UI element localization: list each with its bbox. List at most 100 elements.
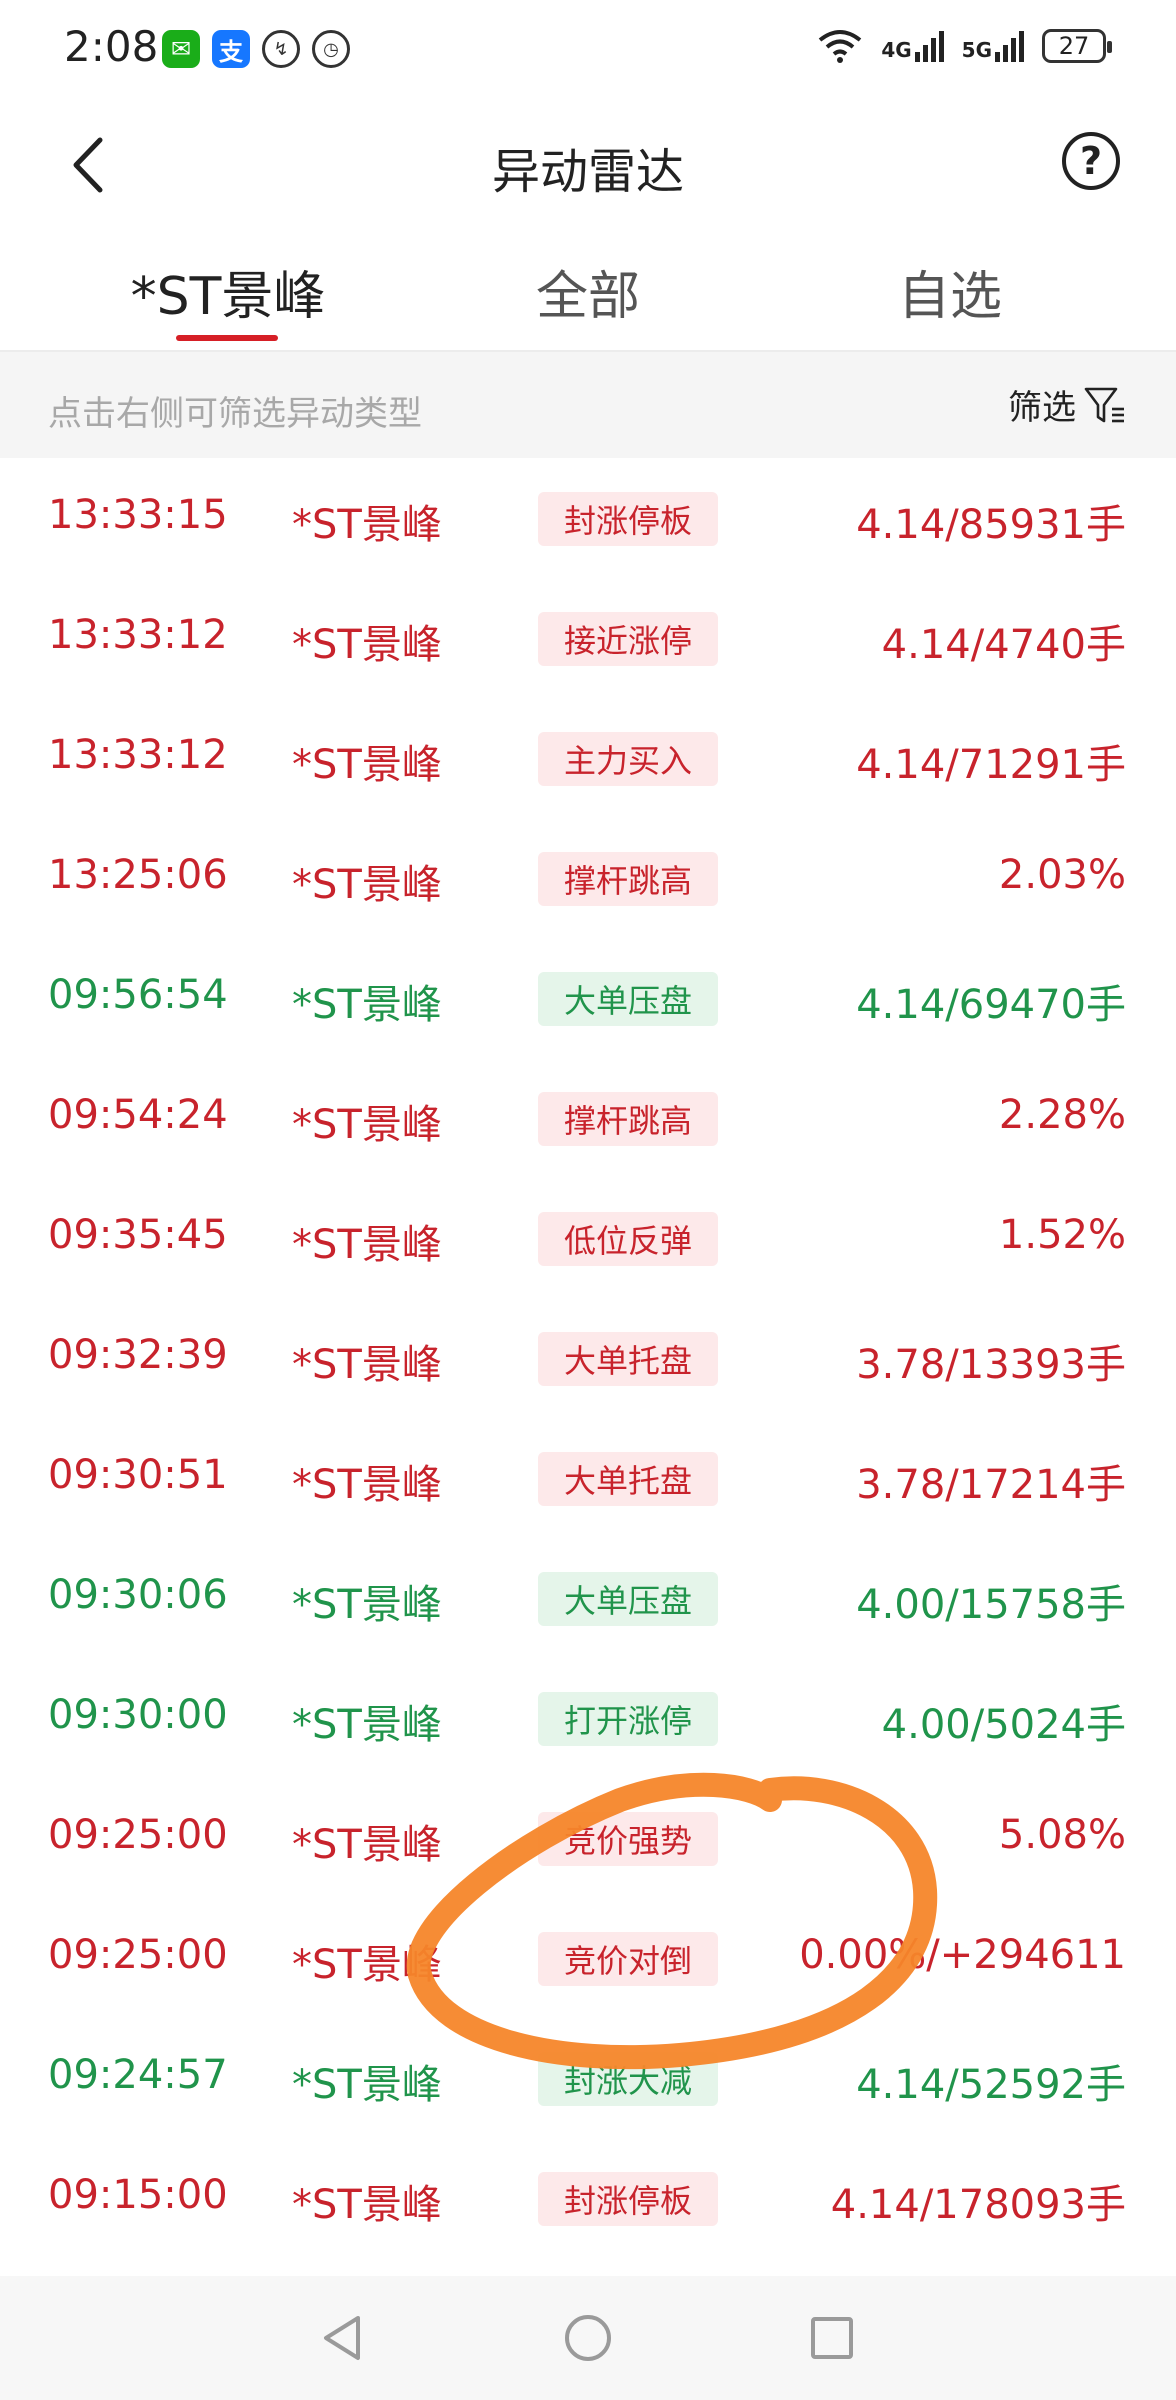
event-time: 09:15:00 (48, 2172, 228, 2218)
event-value: 4.00/15758手 (856, 1582, 1126, 1628)
event-type-badge: 竞价强势 (538, 1812, 718, 1866)
stock-name: *ST景峰 (292, 1222, 442, 1268)
stock-name: *ST景峰 (292, 1942, 442, 1988)
event-time: 09:56:54 (48, 972, 228, 1018)
nav-recents-button[interactable] (800, 2306, 864, 2370)
data-usage-icon: ↯ (262, 30, 300, 68)
list-item[interactable]: 13:33:15 *ST景峰 封涨停板 4.14/85931手 (0, 460, 1176, 580)
help-button[interactable]: ? (1062, 132, 1120, 190)
stock-name: *ST景峰 (292, 982, 442, 1028)
event-value: 4.14/4740手 (881, 622, 1126, 668)
nav-recents-icon (811, 2317, 853, 2359)
alarm-icon: ◷ (312, 30, 350, 68)
event-value: 4.14/85931手 (856, 502, 1126, 548)
battery-icon: 27 (1042, 29, 1112, 63)
event-value: 5.08% (998, 1812, 1126, 1858)
event-type-badge: 大单托盘 (538, 1452, 718, 1506)
filter-icon (1084, 387, 1124, 422)
list-item[interactable]: 13:33:12 *ST景峰 主力买入 4.14/71291手 (0, 700, 1176, 820)
wifi-icon (819, 30, 862, 63)
stock-name: *ST景峰 (292, 1582, 442, 1628)
list-item[interactable]: 13:25:06 *ST景峰 撑杆跳高 2.03% (0, 820, 1176, 940)
list-item[interactable]: 09:25:00 *ST景峰 竞价对倒 0.00%/+294611 (0, 1900, 1176, 2020)
event-value: 2.28% (998, 1092, 1126, 1138)
event-type-badge: 封涨停板 (538, 2172, 718, 2226)
event-time: 09:30:00 (48, 1692, 228, 1738)
list-item[interactable]: 09:30:00 *ST景峰 打开涨停 4.00/5024手 (0, 1660, 1176, 1780)
list-item[interactable]: 09:30:06 *ST景峰 大单压盘 4.00/15758手 (0, 1540, 1176, 1660)
list-item[interactable]: 09:24:57 *ST景峰 封涨大减 4.14/52592手 (0, 2020, 1176, 2140)
event-value: 4.14/178093手 (830, 2182, 1126, 2228)
question-icon: ? (1079, 139, 1103, 183)
event-type-badge: 大单压盘 (538, 1572, 718, 1626)
event-type-badge: 封涨大减 (538, 2052, 718, 2106)
event-type-badge: 打开涨停 (538, 1692, 718, 1746)
event-value: 4.14/52592手 (856, 2062, 1126, 2108)
list-item[interactable]: 09:25:00 *ST景峰 竞价强势 5.08% (0, 1780, 1176, 1900)
stock-name: *ST景峰 (292, 2182, 442, 2228)
stock-name: *ST景峰 (292, 1462, 442, 1508)
status-bar: 2:08 ✉ 支 ↯ ◷ 4G 5G 27 (0, 0, 1176, 100)
event-time: 13:33:12 (48, 612, 228, 658)
status-time: 2:08 (64, 22, 159, 71)
event-value: 3.78/13393手 (856, 1342, 1126, 1388)
wechat-icon: ✉ (162, 30, 200, 68)
system-nav-bar (0, 2276, 1176, 2400)
event-value: 1.52% (998, 1212, 1126, 1258)
event-type-badge: 竞价对倒 (538, 1932, 718, 1986)
event-time: 09:25:00 (48, 1812, 228, 1858)
tab-all[interactable]: 全部 (488, 254, 688, 329)
event-time: 09:54:24 (48, 1092, 228, 1138)
filter-bar: 点击右侧可筛选异动类型 筛选 (0, 352, 1176, 458)
signal-bars-icon (995, 30, 1024, 62)
list-item[interactable]: 09:56:54 *ST景峰 大单压盘 4.14/69470手 (0, 940, 1176, 1060)
nav-home-button[interactable] (556, 2306, 620, 2370)
event-type-badge: 主力买入 (538, 732, 718, 786)
page-title: 异动雷达 (491, 144, 684, 200)
signal-5g: 5G (962, 30, 1024, 62)
status-app-icons: ✉ 支 ↯ ◷ (162, 30, 350, 68)
event-type-badge: 接近涨停 (538, 612, 718, 666)
stock-name: *ST景峰 (292, 1342, 442, 1388)
filter-label: 筛选 (1008, 388, 1076, 428)
alipay-icon: 支 (212, 30, 250, 68)
stock-name: *ST景峰 (292, 2062, 442, 2108)
signal-bars-icon (914, 30, 944, 62)
event-type-badge: 撑杆跳高 (538, 1092, 718, 1146)
nav-back-button[interactable] (310, 2306, 374, 2370)
status-indicators: 4G 5G 27 (817, 28, 1112, 64)
event-time: 13:25:06 (48, 852, 228, 898)
list-item[interactable]: 09:30:51 *ST景峰 大单托盘 3.78/17214手 (0, 1420, 1176, 1540)
event-value: 2.03% (998, 852, 1126, 898)
list-item[interactable]: 13:33:12 *ST景峰 接近涨停 4.14/4740手 (0, 580, 1176, 700)
anomaly-list: 13:33:15 *ST景峰 封涨停板 4.14/85931手 13:33:12 *ST景… (0, 460, 1176, 2260)
filter-button[interactable]: 筛选 (1008, 380, 1126, 429)
list-item[interactable]: 09:35:45 *ST景峰 低位反弹 1.52% (0, 1180, 1176, 1300)
list-item[interactable]: 09:32:39 *ST景峰 大单托盘 3.78/13393手 (0, 1300, 1176, 1420)
tab-stock[interactable]: *ST景峰 (130, 254, 326, 329)
nav-back-icon (324, 2316, 360, 2360)
list-item[interactable]: 09:54:24 *ST景峰 撑杆跳高 2.28% (0, 1060, 1176, 1180)
stock-name: *ST景峰 (292, 622, 442, 668)
event-time: 13:33:15 (48, 492, 228, 538)
stock-name: *ST景峰 (292, 1822, 442, 1868)
event-value: 3.78/17214手 (856, 1462, 1126, 1508)
signal-4g: 4G (881, 30, 944, 62)
app-header: 异动雷达 ? (0, 100, 1176, 230)
event-time: 09:30:06 (48, 1572, 228, 1618)
event-type-badge: 大单压盘 (538, 972, 718, 1026)
event-time: 09:30:51 (48, 1452, 228, 1498)
event-time: 09:32:39 (48, 1332, 228, 1378)
event-type-badge: 封涨停板 (538, 492, 718, 546)
event-time: 13:33:12 (48, 732, 228, 778)
stock-name: *ST景峰 (292, 502, 442, 548)
event-value: 4.00/5024手 (881, 1702, 1126, 1748)
event-time: 09:25:00 (48, 1932, 228, 1978)
stock-name: *ST景峰 (292, 862, 442, 908)
tab-bar: *ST景峰 全部 自选 (0, 240, 1176, 352)
event-value: 0.00%/+294611 (799, 1932, 1126, 1978)
event-time: 09:24:57 (48, 2052, 228, 2098)
event-type-badge: 低位反弹 (538, 1212, 718, 1266)
tab-watchlist[interactable]: 自选 (850, 254, 1050, 329)
list-item[interactable]: 09:15:00 *ST景峰 封涨停板 4.14/178093手 (0, 2140, 1176, 2260)
